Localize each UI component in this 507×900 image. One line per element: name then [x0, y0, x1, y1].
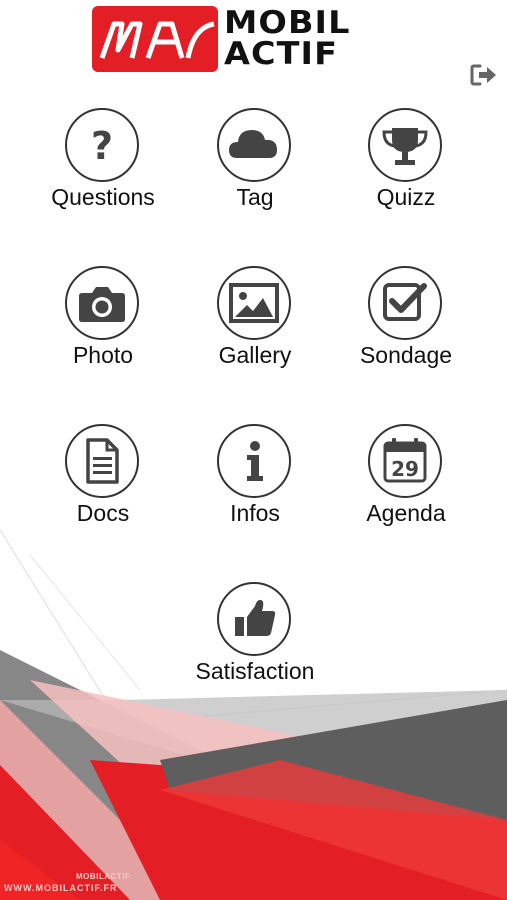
footer-brand: MOBILACTIF [76, 872, 131, 881]
menu-label: Sondage [359, 342, 453, 368]
menu-label: Agenda [366, 500, 446, 526]
document-icon [86, 438, 119, 484]
menu-label: Tag [236, 184, 274, 210]
thumbs-up-icon [235, 599, 276, 636]
logout-button[interactable] [470, 63, 498, 87]
menu-item-tag[interactable]: Tag [175, 108, 335, 228]
menu-label: Gallery [218, 342, 292, 368]
menu-label: Photo [72, 342, 134, 368]
trophy-icon [382, 128, 428, 165]
home-screen: MOBIL ACTIF ? Questions Tag Quizz Photo … [0, 0, 507, 900]
menu-item-questions[interactable]: ? Questions [23, 108, 183, 228]
calendar-day: 29 [391, 457, 419, 481]
logo-mark-icon [92, 6, 218, 72]
camera-icon [79, 287, 125, 322]
brand-line2: ACTIF [224, 36, 339, 72]
menu-label: Docs [76, 500, 130, 526]
image-icon [229, 283, 279, 323]
menu-item-infos[interactable]: Infos [175, 424, 335, 544]
svg-text:?: ? [91, 124, 113, 168]
menu-item-quizz[interactable]: Quizz [326, 108, 486, 228]
calendar-icon: 29 [383, 438, 427, 483]
menu-item-gallery[interactable]: Gallery [175, 266, 335, 386]
menu-item-photo[interactable]: Photo [23, 266, 183, 386]
brand-logo: MOBIL ACTIF [92, 6, 416, 72]
menu-item-satisfaction[interactable]: Satisfaction [175, 582, 335, 702]
menu-item-agenda[interactable]: 29 Agenda [326, 424, 486, 544]
info-icon [247, 441, 263, 481]
sign-out-icon [470, 64, 496, 86]
menu-label: Infos [230, 500, 280, 526]
menu-label: Questions [51, 184, 155, 210]
menu-label: Satisfaction [195, 658, 315, 684]
menu-item-sondage[interactable]: Sondage [326, 266, 486, 386]
brand-line1: MOBIL [224, 5, 351, 41]
cloud-icon [229, 130, 277, 158]
menu-item-docs[interactable]: Docs [23, 424, 183, 544]
brand-name: MOBIL ACTIF [224, 8, 349, 70]
question-icon: ? [91, 124, 113, 168]
footer-url: WWW.MOBILACTIF.FR [4, 883, 118, 893]
checkbox-icon [383, 283, 427, 321]
menu-label: Quizz [376, 184, 436, 210]
